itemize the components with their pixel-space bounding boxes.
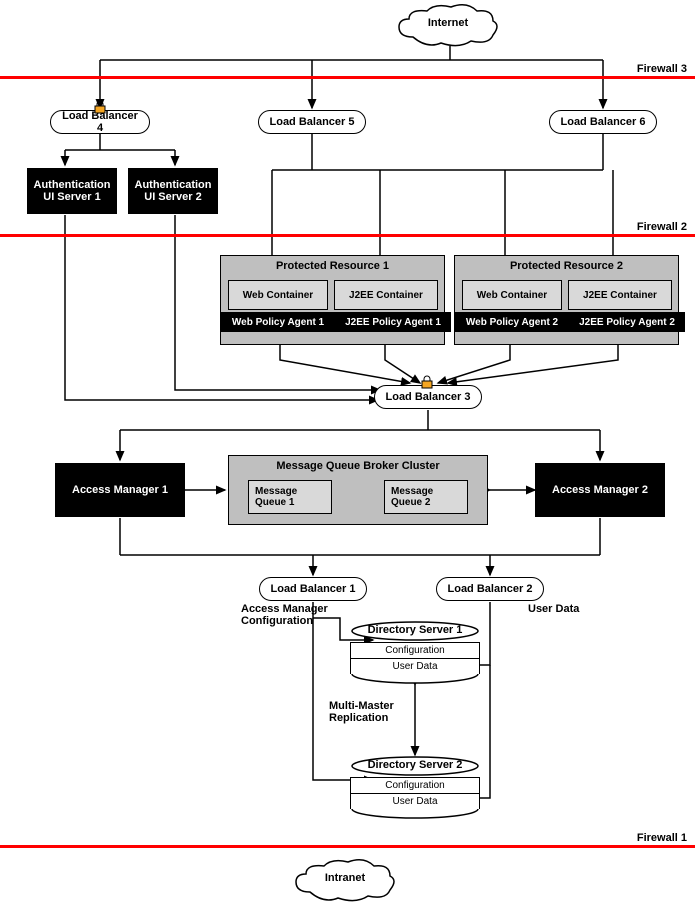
- directory-server-2: Directory Server 2 Configuration User Da…: [350, 755, 480, 820]
- pr1-web-policy-agent: Web Policy Agent 1: [221, 312, 335, 332]
- lock-icon: [420, 375, 434, 389]
- pr1-j2ee-container: J2EE Container: [334, 280, 438, 310]
- ds1-config: Configuration: [350, 642, 480, 658]
- load-balancer-5: Load Balancer 5: [258, 110, 366, 134]
- firewall-1-label: Firewall 1: [637, 832, 687, 844]
- access-manager-2: Access Manager 2: [535, 463, 665, 517]
- am-config-label: Access Manager Configuration: [241, 603, 351, 627]
- diagram-canvas: Firewall 3 Firewall 2 Firewall 1 Interne…: [0, 0, 695, 909]
- internet-cloud: Internet: [393, 3, 503, 49]
- message-queue-2: Message Queue 2: [384, 480, 468, 514]
- intranet-label: Intranet: [290, 872, 400, 884]
- ds1-title: Directory Server 1: [350, 624, 480, 636]
- pr2-web-policy-agent: Web Policy Agent 2: [455, 312, 569, 332]
- pr1-web-container: Web Container: [228, 280, 328, 310]
- firewall-3-label: Firewall 3: [637, 63, 687, 75]
- pr2-web-container: Web Container: [462, 280, 562, 310]
- load-balancer-2: Load Balancer 2: [436, 577, 544, 601]
- access-manager-1: Access Manager 1: [55, 463, 185, 517]
- lock-icon: [93, 100, 107, 114]
- pr2-title: Protected Resource 2: [455, 260, 678, 272]
- ds2-title: Directory Server 2: [350, 759, 480, 771]
- mmr-label: Multi-Master Replication: [329, 700, 409, 724]
- load-balancer-6: Load Balancer 6: [549, 110, 657, 134]
- firewall-1-line: [0, 845, 695, 848]
- pr2-j2ee-policy-agent: J2EE Policy Agent 2: [569, 312, 685, 332]
- message-queue-1: Message Queue 1: [248, 480, 332, 514]
- pr2-j2ee-container: J2EE Container: [568, 280, 672, 310]
- firewall-3-line: [0, 76, 695, 79]
- ds2-userdata: User Data: [350, 793, 480, 809]
- user-data-label: User Data: [528, 603, 579, 615]
- auth-ui-server-1: Authentication UI Server 1: [27, 168, 117, 214]
- auth-ui-server-2: Authentication UI Server 2: [128, 168, 218, 214]
- firewall-2-label: Firewall 2: [637, 221, 687, 233]
- internet-label: Internet: [393, 17, 503, 29]
- load-balancer-1: Load Balancer 1: [259, 577, 367, 601]
- ds2-config: Configuration: [350, 777, 480, 793]
- pr1-title: Protected Resource 1: [221, 260, 444, 272]
- firewall-2-line: [0, 234, 695, 237]
- mq-title: Message Queue Broker Cluster: [229, 460, 487, 472]
- intranet-cloud: Intranet: [290, 858, 400, 904]
- ds1-userdata: User Data: [350, 658, 480, 674]
- directory-server-1: Directory Server 1 Configuration User Da…: [350, 620, 480, 685]
- pr1-j2ee-policy-agent: J2EE Policy Agent 1: [335, 312, 451, 332]
